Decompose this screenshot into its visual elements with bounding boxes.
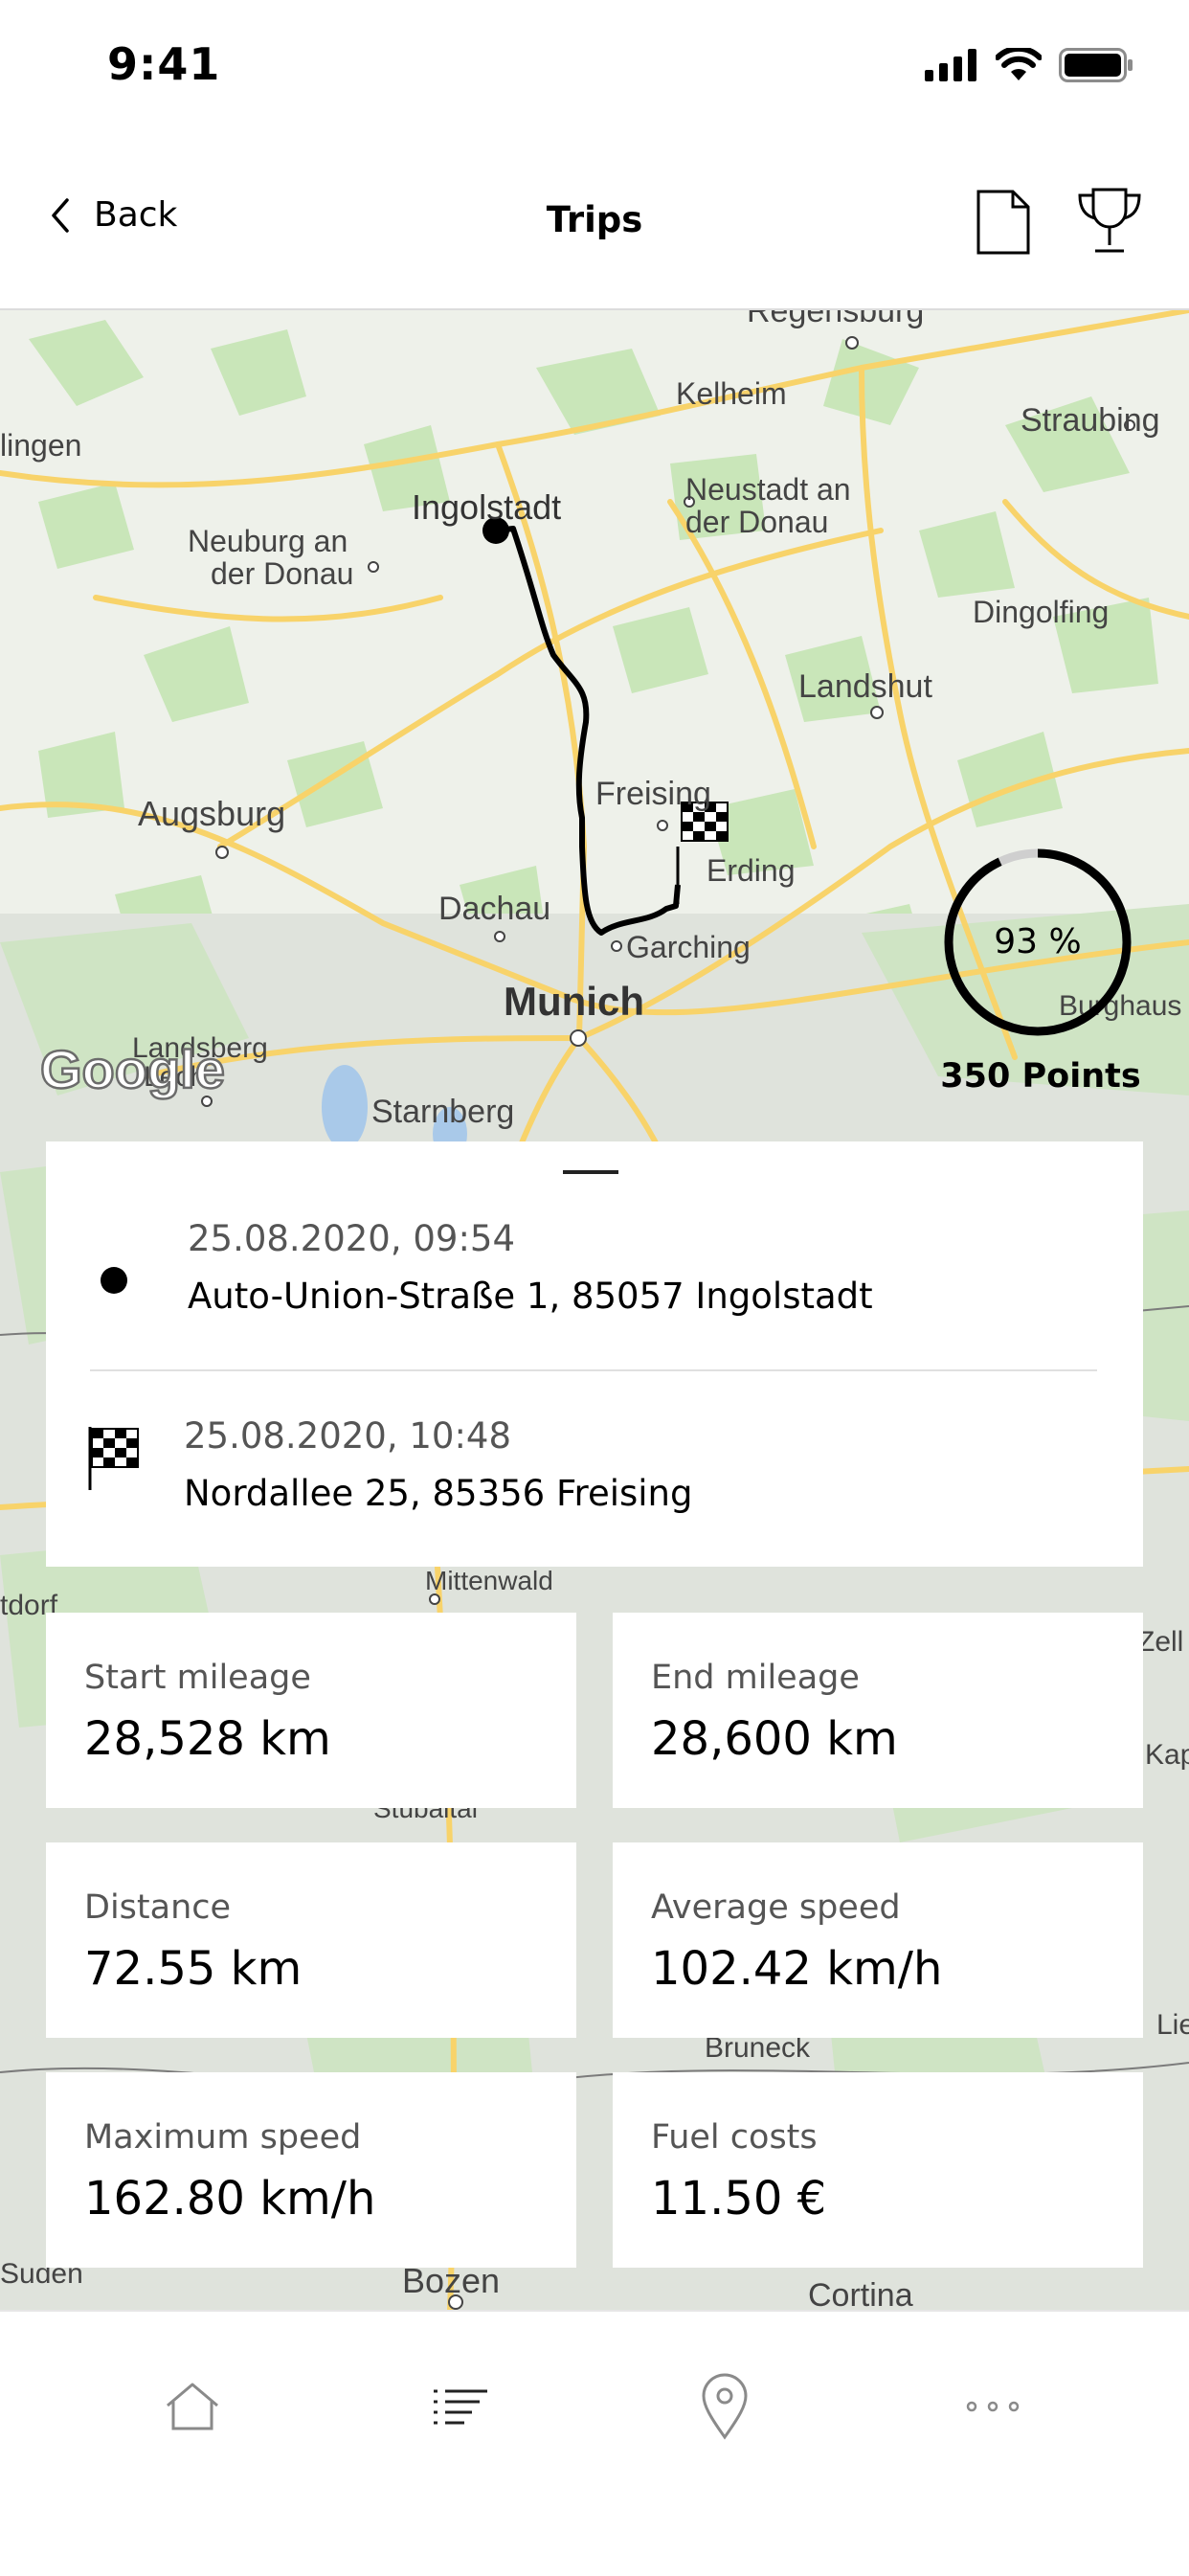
- route-start-row: 25.08.2020, 09:54 Auto-Union-Straße 1, 8…: [46, 1218, 1143, 1352]
- map-label: Mittenwald: [425, 1566, 553, 1595]
- map-label: Kap: [1145, 1739, 1189, 1771]
- map-label: Neustadt an: [685, 472, 851, 507]
- tab-more[interactable]: [950, 2363, 1036, 2450]
- start-dot-icon: [101, 1267, 127, 1294]
- status-icons: [925, 46, 1135, 84]
- start-datetime: 25.08.2020, 09:54: [188, 1218, 515, 1259]
- finish-flag-icon: [88, 1427, 139, 1490]
- score-points: 350 Points: [940, 1057, 1141, 1096]
- status-bar: 9:41: [0, 0, 1189, 134]
- score-percent: 93 %: [994, 922, 1082, 961]
- map-label: Ingolstadt: [412, 487, 561, 527]
- stat-card-start-mileage: Start mileage 28,528 km: [46, 1613, 576, 1808]
- trophy-icon: [1078, 188, 1141, 253]
- stat-value: 72.55 km: [84, 1942, 303, 1996]
- stat-value: 11.50 €: [651, 2172, 827, 2226]
- score-progress-ring: 93 %: [942, 847, 1133, 1038]
- map-label: Augsburg: [138, 794, 285, 833]
- tab-home[interactable]: [149, 2363, 236, 2450]
- stat-card-average-speed: Average speed 102.42 km/h: [613, 1842, 1143, 2038]
- location-pin-icon: [702, 2373, 748, 2440]
- trophy-button[interactable]: [1076, 186, 1143, 260]
- list-icon: [434, 2389, 487, 2425]
- route-card[interactable]: 25.08.2020, 09:54 Auto-Union-Straße 1, 8…: [46, 1141, 1143, 1567]
- route-divider: [90, 1369, 1097, 1371]
- map-label: Freising: [595, 776, 711, 812]
- map-label: Landshut: [798, 668, 932, 705]
- map-label: Cortina: [808, 2277, 913, 2312]
- document-button[interactable]: [975, 188, 1032, 260]
- map-label: Lie: [1156, 2009, 1189, 2041]
- map-label: Kelheim: [676, 376, 787, 411]
- stat-value: 102.42 km/h: [651, 1942, 943, 1996]
- status-time: 9:41: [107, 38, 221, 90]
- map-label: der Donau: [685, 505, 828, 539]
- document-icon: [976, 190, 1030, 255]
- stat-card-fuel-costs: Fuel costs 11.50 €: [613, 2072, 1143, 2268]
- stat-value: 162.80 km/h: [84, 2172, 376, 2226]
- stat-label: Fuel costs: [651, 2118, 818, 2157]
- start-address: Auto-Union-Straße 1, 85057 Ingolstadt: [188, 1276, 873, 1317]
- stat-value: 28,600 km: [651, 1712, 898, 1766]
- more-icon: [966, 2401, 1020, 2412]
- map-label: Starnberg: [371, 1094, 514, 1130]
- stat-label: End mileage: [651, 1659, 860, 1697]
- stat-label: Distance: [84, 1888, 232, 1927]
- map-label: Neuburg an: [188, 524, 348, 558]
- stat-value: 28,528 km: [84, 1712, 331, 1766]
- map-label: lingen: [0, 428, 81, 463]
- map-label: Regensburg: [747, 310, 924, 329]
- map-label: Straubing: [1021, 402, 1160, 439]
- wifi-icon: [996, 48, 1042, 80]
- home-icon: [167, 2383, 218, 2430]
- end-datetime: 25.08.2020, 10:48: [184, 1415, 511, 1457]
- stat-card-end-mileage: End mileage 28,600 km: [613, 1613, 1143, 1808]
- tab-location[interactable]: [682, 2363, 768, 2450]
- map-label: Zell: [1137, 1626, 1183, 1658]
- battery-icon: [1059, 48, 1133, 82]
- stat-label: Start mileage: [84, 1659, 311, 1697]
- route-end-row: 25.08.2020, 10:48 Nordallee 25, 85356 Fr…: [46, 1415, 1143, 1549]
- tab-trips[interactable]: [417, 2363, 504, 2450]
- map-label: Dachau: [438, 891, 550, 927]
- stat-label: Average speed: [651, 1888, 901, 1927]
- map-label: der Donau: [211, 556, 353, 591]
- end-address: Nordallee 25, 85356 Freising: [184, 1473, 693, 1514]
- map-label: Erding: [707, 853, 796, 888]
- map-label: Garching: [626, 930, 751, 964]
- stat-label: Maximum speed: [84, 2118, 362, 2157]
- stat-card-maximum-speed: Maximum speed 162.80 km/h: [46, 2072, 576, 2268]
- tab-bar: [0, 2310, 1189, 2576]
- map-label: Dingolfing: [973, 595, 1109, 629]
- map-label: Munich: [504, 979, 644, 1024]
- drag-handle[interactable]: [563, 1170, 618, 1174]
- google-attribution: Google: [40, 1039, 225, 1099]
- signal-icon: [925, 49, 976, 81]
- navigation-bar: Back Trips: [0, 153, 1189, 306]
- stat-card-distance: Distance 72.55 km: [46, 1842, 576, 2038]
